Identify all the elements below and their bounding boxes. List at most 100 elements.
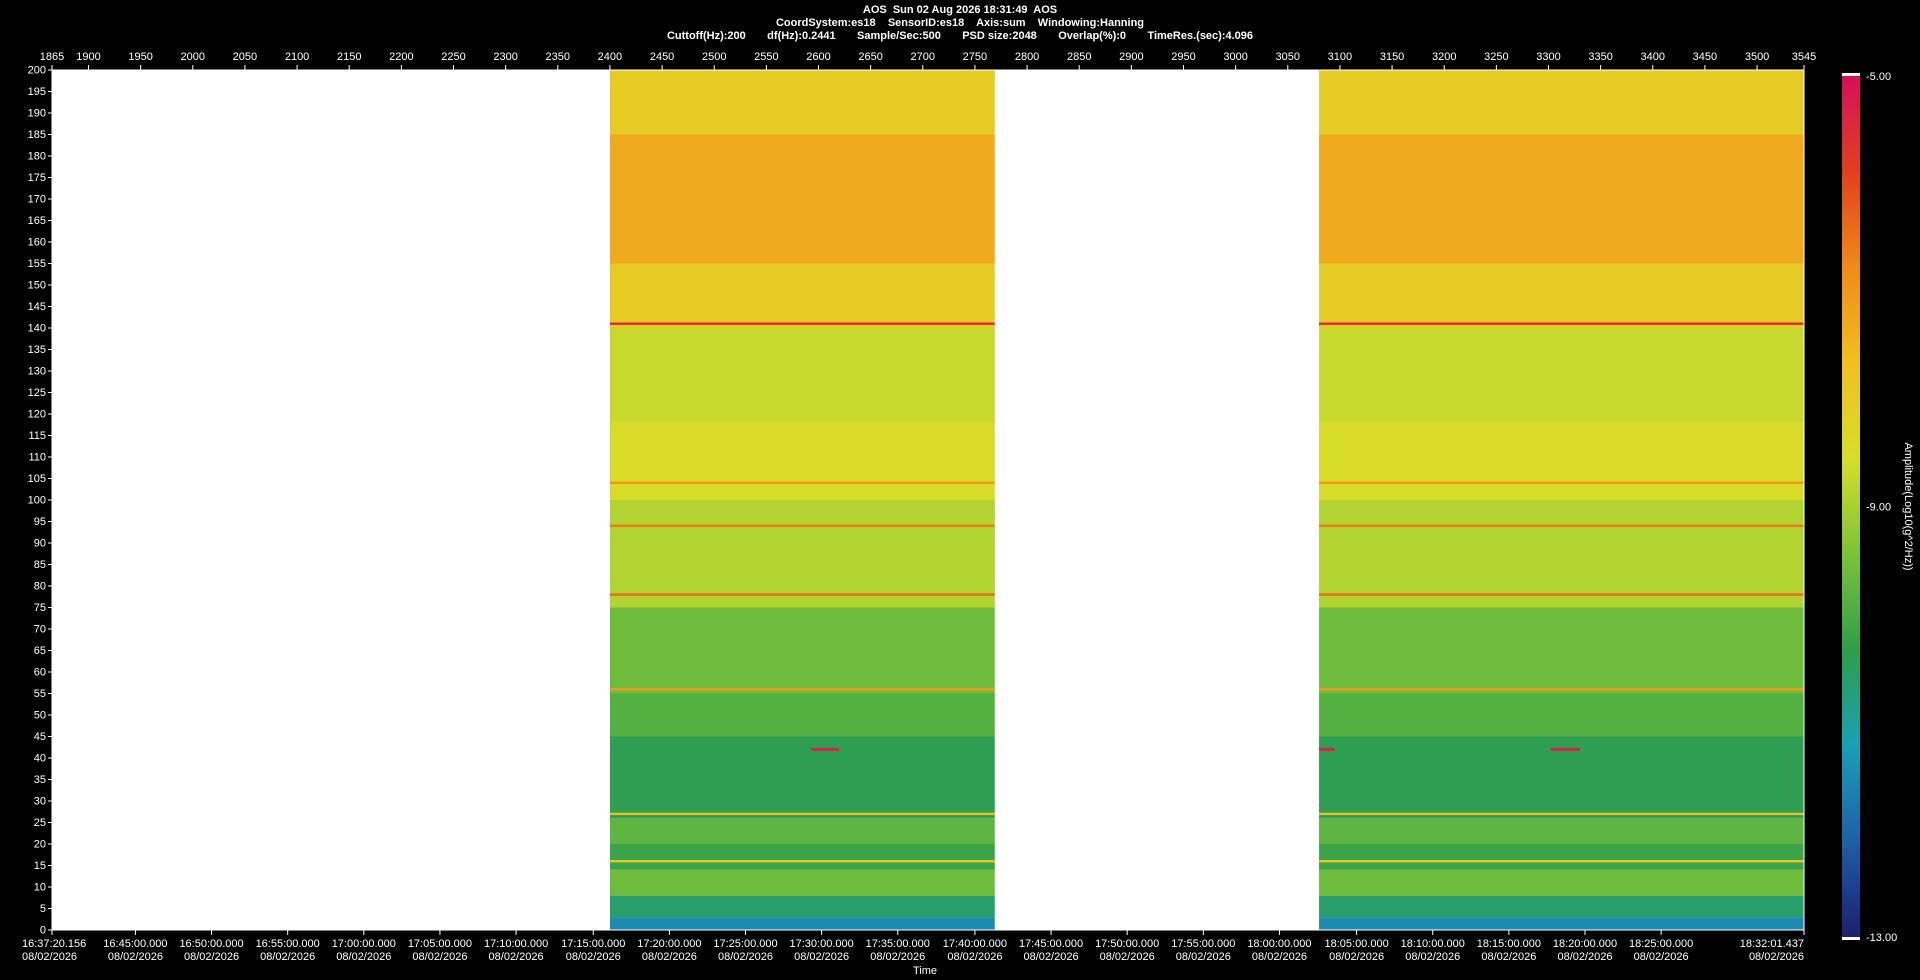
date-tick-label: 08/02/2026 bbox=[642, 951, 697, 963]
time-tick-label: 18:00:00.000 bbox=[1247, 938, 1311, 950]
frequency-band bbox=[1319, 844, 1804, 870]
event-marker bbox=[1319, 747, 1335, 751]
frequency-band bbox=[1319, 70, 1804, 135]
y-tick-label: 0 bbox=[40, 925, 46, 937]
frequency-band bbox=[609, 134, 995, 264]
time-tick-label: 16:50:00.000 bbox=[179, 938, 243, 950]
colorbar-tick-label: -13.00 bbox=[1866, 932, 1897, 944]
x-index-tick-label: 2400 bbox=[598, 51, 622, 63]
x-index-tick-label: 1900 bbox=[76, 51, 100, 63]
date-tick-label: 08/02/2026 bbox=[1557, 951, 1612, 963]
y-tick-label: 130 bbox=[28, 366, 46, 378]
date-tick-label: 08/02/2026 bbox=[718, 951, 773, 963]
frequency-band bbox=[1319, 134, 1804, 264]
y-tick-label: 115 bbox=[28, 430, 46, 442]
y-tick-label: 30 bbox=[34, 796, 46, 808]
x-index-tick-label: 2050 bbox=[233, 51, 257, 63]
y-tick-label: 145 bbox=[28, 301, 46, 313]
tonal-line bbox=[609, 593, 995, 596]
x-index-tick-label: 2150 bbox=[337, 51, 361, 63]
x-index-tick-label: 3050 bbox=[1276, 51, 1300, 63]
colorbar-label: Amplitude(Log10(g^2/Hz)) bbox=[1902, 442, 1914, 570]
x-index-tick-label: 2650 bbox=[858, 51, 882, 63]
time-tick-label: 17:35:00.000 bbox=[866, 938, 930, 950]
time-tick-label: 17:40:00.000 bbox=[943, 938, 1007, 950]
frequency-band bbox=[1319, 328, 1804, 423]
date-tick-label: 08/02/2026 bbox=[1329, 951, 1384, 963]
y-tick-label: 140 bbox=[28, 323, 46, 335]
y-tick-label: 50 bbox=[34, 710, 46, 722]
time-tick-label: 18:25:00.000 bbox=[1629, 938, 1693, 950]
tonal-line bbox=[609, 812, 995, 816]
x-index-tick-label: 3250 bbox=[1484, 51, 1508, 63]
x-index-tick-label: 3000 bbox=[1223, 51, 1247, 63]
time-tick-label: 16:55:00.000 bbox=[256, 938, 320, 950]
y-tick-label: 175 bbox=[28, 172, 46, 184]
time-axis: 16:37:20.15608/02/202616:45:00.00008/02/… bbox=[22, 930, 1805, 977]
date-tick-label: 08/02/2026 bbox=[184, 951, 239, 963]
time-tick-label: 17:15:00.000 bbox=[561, 938, 625, 950]
frequency-band bbox=[1319, 607, 1804, 694]
tonal-line bbox=[1319, 860, 1804, 863]
frequency-band bbox=[609, 607, 995, 694]
y-tick-label: 75 bbox=[34, 602, 46, 614]
y-tick-label: 95 bbox=[34, 516, 46, 528]
y-tick-label: 100 bbox=[28, 495, 46, 507]
y-tick-label: 85 bbox=[34, 559, 46, 571]
tonal-line bbox=[609, 688, 995, 691]
y-tick-label: 25 bbox=[34, 817, 46, 829]
x-index-tick-label: 2950 bbox=[1171, 51, 1195, 63]
x-index-tick-label: 1865 bbox=[40, 51, 64, 63]
x-index-tick-label: 3545 bbox=[1792, 51, 1816, 63]
frequency-band bbox=[609, 422, 995, 500]
time-tick-label: 18:20:00.000 bbox=[1553, 938, 1617, 950]
y-tick-label: 90 bbox=[34, 538, 46, 550]
y-tick-label: 35 bbox=[34, 774, 46, 786]
tonal-line bbox=[1319, 812, 1804, 816]
plot-area[interactable] bbox=[51, 69, 1805, 931]
data-segment bbox=[1319, 70, 1804, 930]
colorbar-tick-label: -9.00 bbox=[1866, 502, 1891, 514]
time-tick-label: 17:30:00.000 bbox=[790, 938, 854, 950]
date-tick-label: 08/02/2026 bbox=[1252, 951, 1307, 963]
frequency-band bbox=[609, 818, 995, 844]
time-tick-label: 17:25:00.000 bbox=[713, 938, 777, 950]
y-tick-label: 150 bbox=[28, 280, 46, 292]
x-index-tick-label: 2900 bbox=[1119, 51, 1143, 63]
x-index-tick-label: 2500 bbox=[702, 51, 726, 63]
y-tick-label: 105 bbox=[28, 473, 46, 485]
x-index-tick-label: 2550 bbox=[754, 51, 778, 63]
date-tick-label: 08/02/2026 bbox=[108, 951, 163, 963]
event-marker bbox=[811, 747, 840, 751]
time-tick-label: 18:32:01.437 bbox=[1740, 938, 1804, 950]
y-tick-label: 60 bbox=[34, 667, 46, 679]
tonal-line bbox=[1319, 322, 1804, 325]
colorbar-tick-label: -5.00 bbox=[1866, 71, 1891, 83]
x-index-tick-label: 3200 bbox=[1432, 51, 1456, 63]
x-index-tick-label: 1950 bbox=[128, 51, 152, 63]
x-axis-label: Time bbox=[913, 965, 937, 977]
date-tick-label: 08/02/2026 bbox=[1405, 951, 1460, 963]
x-index-tick-label: 2800 bbox=[1015, 51, 1039, 63]
spectrogram-chart[interactable]: 1865 1900 1950 2000 2050 2100 2150 2200 2250 2300… bbox=[0, 0, 1920, 980]
x-index-tick-label: 3150 bbox=[1380, 51, 1404, 63]
data-segment bbox=[609, 70, 995, 930]
tonal-line bbox=[609, 322, 995, 325]
frequency-band bbox=[1319, 917, 1804, 930]
frequency-band bbox=[1319, 895, 1804, 918]
date-tick-label: 08/02/2026 bbox=[1024, 951, 1079, 963]
y-tick-label: 55 bbox=[34, 688, 46, 700]
y-tick-label: 80 bbox=[34, 581, 46, 593]
colorbar-bottom-marker bbox=[1842, 937, 1860, 940]
x-index-tick-label: 3100 bbox=[1328, 51, 1352, 63]
x-index-tick-label: 2250 bbox=[441, 51, 465, 63]
frequency-band bbox=[609, 844, 995, 870]
date-tick-label: 08/02/2026 bbox=[1176, 951, 1231, 963]
frequency-band bbox=[609, 693, 995, 737]
y-tick-label: 5 bbox=[40, 903, 46, 915]
time-tick-label: 17:20:00.000 bbox=[637, 938, 701, 950]
y-tick-label: 195 bbox=[28, 86, 46, 98]
frequency-band bbox=[609, 328, 995, 423]
tonal-line bbox=[1319, 481, 1804, 484]
date-tick-label: 08/02/2026 bbox=[489, 951, 544, 963]
